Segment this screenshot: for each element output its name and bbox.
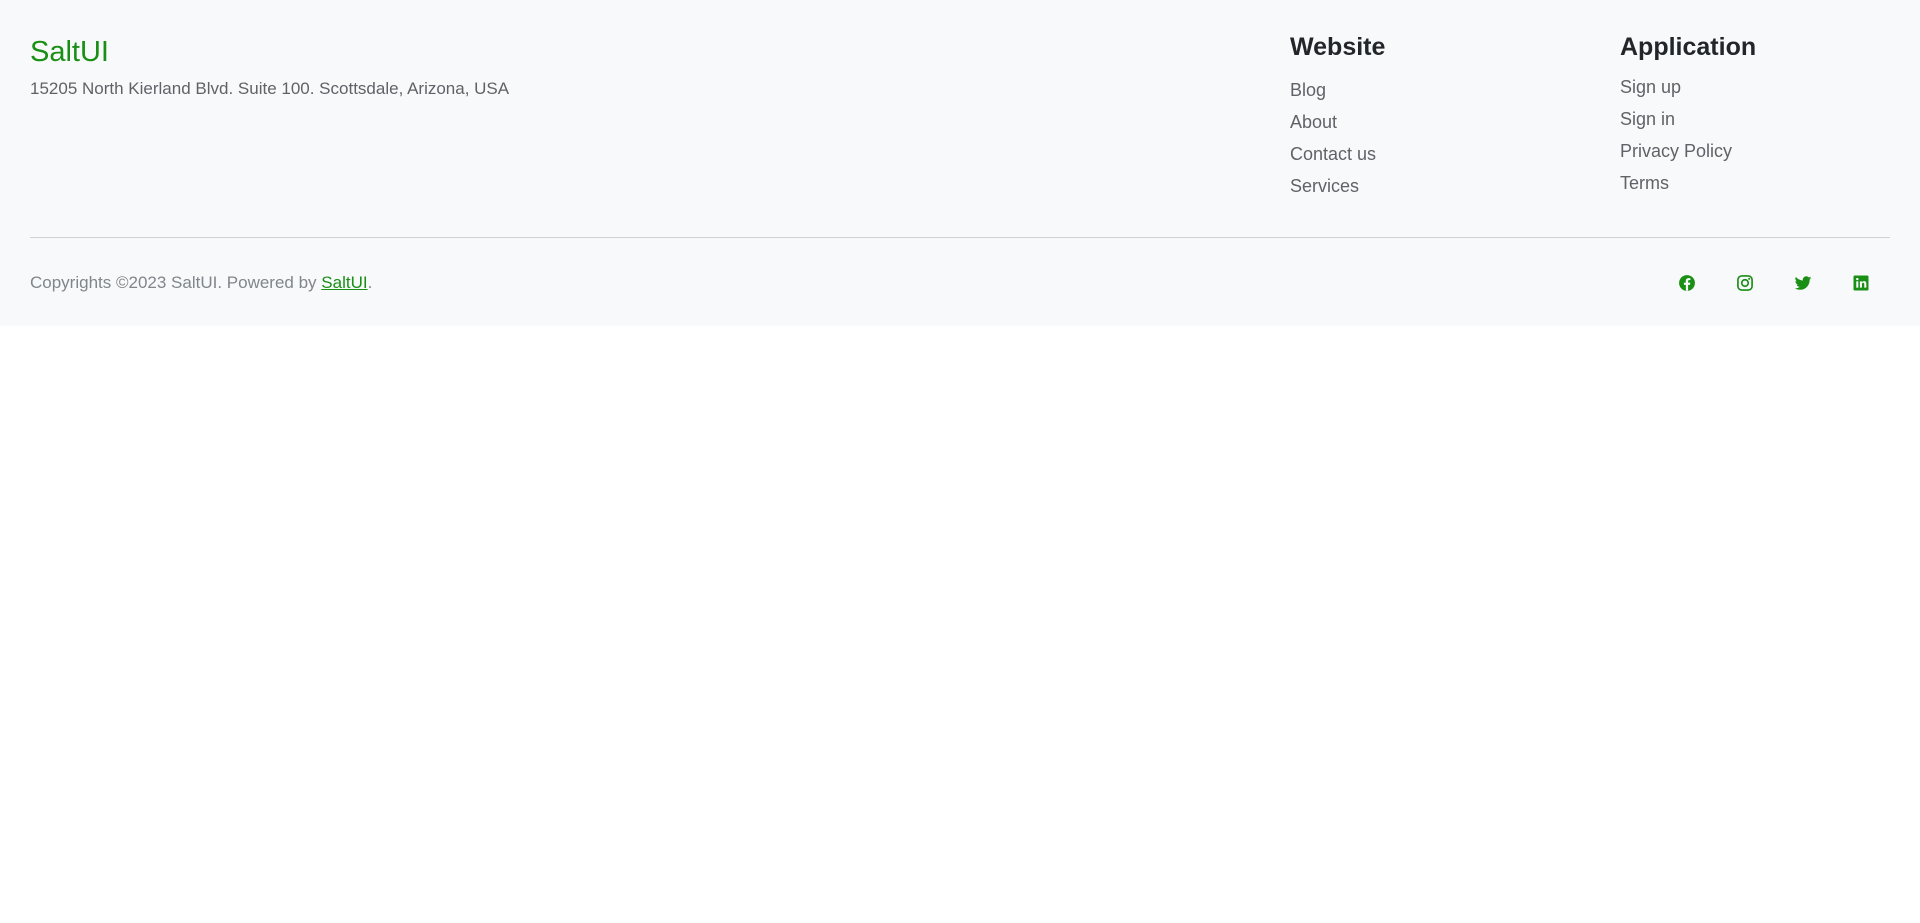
list-item: Privacy Policy xyxy=(1620,140,1756,172)
copyright-suffix: . xyxy=(367,273,373,292)
facebook-button[interactable] xyxy=(1670,268,1704,298)
twitter-icon xyxy=(1794,276,1812,290)
about-link[interactable]: About xyxy=(1290,112,1337,132)
blog-link[interactable]: Blog xyxy=(1290,80,1326,100)
website-column: Website Blog About Contact us Services xyxy=(1290,30,1385,207)
company-address: 15205 North Kierland Blvd. Suite 100. Sc… xyxy=(30,79,510,98)
linkedin-icon xyxy=(1853,275,1869,291)
list-item: Contact us xyxy=(1290,143,1385,175)
powered-by-link[interactable]: SaltUI xyxy=(321,273,367,292)
instagram-icon xyxy=(1737,275,1753,291)
list-item: Terms xyxy=(1620,172,1756,204)
application-links: Sign up Sign in Privacy Policy Terms xyxy=(1620,76,1756,204)
list-item: Sign in xyxy=(1620,108,1756,140)
list-item: Sign up xyxy=(1620,76,1756,108)
services-link[interactable]: Services xyxy=(1290,176,1359,196)
social-links xyxy=(1670,268,1902,298)
website-heading: Website xyxy=(1290,33,1386,61)
application-heading: Application xyxy=(1620,33,1757,61)
website-links: Blog About Contact us Services xyxy=(1290,79,1385,207)
application-column: Application Sign up Sign in Privacy Poli… xyxy=(1620,30,1756,204)
list-item: Services xyxy=(1290,175,1385,207)
linkedin-button[interactable] xyxy=(1844,268,1878,298)
copyright-prefix: Copyrights ©2023 SaltUI. Powered by xyxy=(30,273,322,292)
copyright-text: Copyrights ©2023 SaltUI. Powered by Salt… xyxy=(30,272,372,294)
site-footer: SaltUI 15205 North Kierland Blvd. Suite … xyxy=(0,0,1920,326)
brand-name[interactable]: SaltUI xyxy=(30,32,109,72)
instagram-button[interactable] xyxy=(1728,268,1762,298)
list-item: About xyxy=(1290,111,1385,143)
footer-divider xyxy=(30,237,1890,238)
twitter-button[interactable] xyxy=(1786,268,1820,298)
contact-us-link[interactable]: Contact us xyxy=(1290,144,1376,164)
privacy-policy-link[interactable]: Privacy Policy xyxy=(1620,141,1732,161)
terms-link[interactable]: Terms xyxy=(1620,173,1669,193)
sign-in-link[interactable]: Sign in xyxy=(1620,109,1675,129)
facebook-icon xyxy=(1679,275,1695,291)
list-item: Blog xyxy=(1290,79,1385,111)
sign-up-link[interactable]: Sign up xyxy=(1620,77,1681,97)
